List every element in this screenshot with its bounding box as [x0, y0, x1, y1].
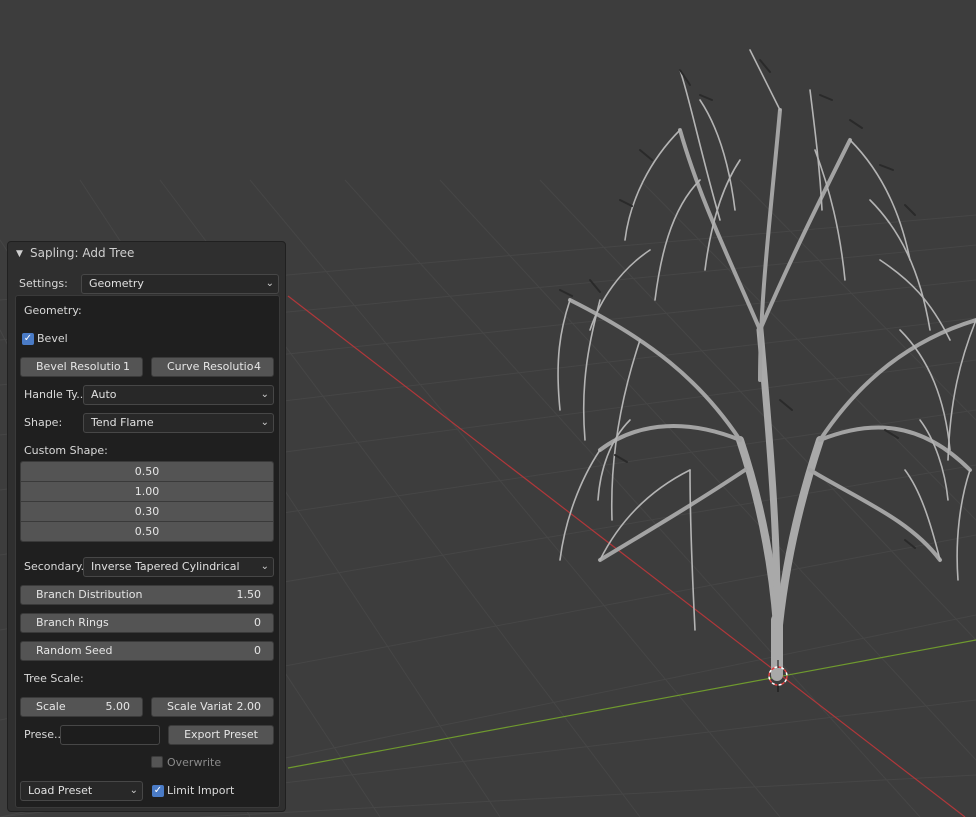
branch-rings-field[interactable]: Branch Rings 0: [20, 613, 274, 633]
load-preset-label: Load Preset: [28, 784, 93, 797]
overwrite-checkbox[interactable]: [151, 756, 163, 768]
curve-resolution-label: Curve Resolutio: [167, 360, 254, 373]
random-seed-label: Random Seed: [36, 644, 113, 657]
settings-dropdown[interactable]: Geometry ⌄: [81, 274, 279, 294]
chevron-down-icon: ⌄: [129, 785, 138, 796]
scale-value: 5.00: [105, 700, 131, 713]
random-seed-field[interactable]: Random Seed 0: [20, 641, 274, 661]
custom-shape-label: Custom Shape:: [24, 444, 108, 457]
load-preset-dropdown[interactable]: Load Preset ⌄: [20, 781, 143, 801]
scale-variation-value: 2.00: [236, 700, 262, 713]
bevel-resolution-value: 1: [123, 360, 130, 373]
shape-value: Tend Flame: [91, 416, 154, 429]
panel-title[interactable]: Sapling: Add Tree: [30, 246, 134, 260]
shape-label: Shape:: [24, 416, 63, 429]
handle-type-label: Handle Ty...: [24, 388, 87, 401]
export-preset-button[interactable]: Export Preset: [168, 725, 274, 745]
preset-name-input[interactable]: [60, 725, 160, 745]
limit-import-label[interactable]: Limit Import: [167, 784, 234, 798]
secondary-value: Inverse Tapered Cylindrical: [91, 560, 240, 573]
secondary-label: Secondary...: [24, 560, 92, 573]
y-axis-line: [287, 639, 976, 769]
handle-type-dropdown[interactable]: Auto ⌄: [83, 385, 274, 405]
preset-label: Prese...: [24, 728, 65, 741]
handle-type-value: Auto: [91, 388, 117, 401]
settings-label: Settings:: [19, 277, 68, 290]
branch-rings-label: Branch Rings: [36, 616, 109, 629]
geometry-section-label: Geometry:: [24, 304, 82, 317]
scale-field[interactable]: Scale 5.00: [20, 697, 143, 717]
geometry-box: Geometry: ✓ Bevel Bevel Resolutio 1 Curv…: [15, 295, 280, 808]
tree-model[interactable]: [557, 49, 976, 681]
chevron-down-icon: ⌄: [260, 561, 269, 572]
custom-shape-value-1[interactable]: 0.50: [21, 462, 273, 482]
scale-variation-field[interactable]: Scale Variat 2.00: [151, 697, 274, 717]
branch-rings-value: 0: [254, 616, 261, 629]
branch-distribution-field[interactable]: Branch Distribution 1.50: [20, 585, 274, 605]
custom-shape-stack: 0.50 1.00 0.30 0.50: [20, 461, 274, 542]
branch-distribution-value: 1.50: [236, 588, 262, 601]
chevron-down-icon: ⌄: [260, 417, 269, 428]
shape-dropdown[interactable]: Tend Flame ⌄: [83, 413, 274, 433]
checkmark-icon: ✓: [23, 333, 33, 344]
secondary-dropdown[interactable]: Inverse Tapered Cylindrical ⌄: [83, 557, 274, 577]
settings-value: Geometry: [89, 277, 144, 290]
bevel-resolution-label: Bevel Resolutio: [36, 360, 121, 373]
tree-scale-label: Tree Scale:: [24, 672, 84, 685]
limit-import-checkbox[interactable]: ✓: [152, 785, 164, 797]
scale-variation-label: Scale Variat: [167, 700, 233, 713]
random-seed-value: 0: [254, 644, 261, 657]
custom-shape-value-4[interactable]: 0.50: [21, 522, 273, 541]
bevel-resolution-field[interactable]: Bevel Resolutio 1: [20, 357, 143, 377]
chevron-down-icon: ⌄: [260, 389, 269, 400]
custom-shape-value-2[interactable]: 1.00: [21, 482, 273, 502]
scale-label: Scale: [36, 700, 66, 713]
curve-resolution-value: 4: [254, 360, 261, 373]
branch-distribution-label: Branch Distribution: [36, 588, 143, 601]
curve-resolution-field[interactable]: Curve Resolutio 4: [151, 357, 274, 377]
operator-panel[interactable]: ▼ Sapling: Add Tree Settings: Geometry ⌄…: [7, 241, 286, 812]
chevron-down-icon: ⌄: [265, 278, 274, 289]
bevel-label[interactable]: Bevel: [37, 332, 68, 346]
triangle-down-icon[interactable]: ▼: [16, 247, 23, 261]
custom-shape-value-3[interactable]: 0.30: [21, 502, 273, 522]
overwrite-label[interactable]: Overwrite: [167, 756, 221, 770]
checkmark-icon: ✓: [153, 785, 163, 796]
bevel-checkbox[interactable]: ✓: [22, 333, 34, 345]
